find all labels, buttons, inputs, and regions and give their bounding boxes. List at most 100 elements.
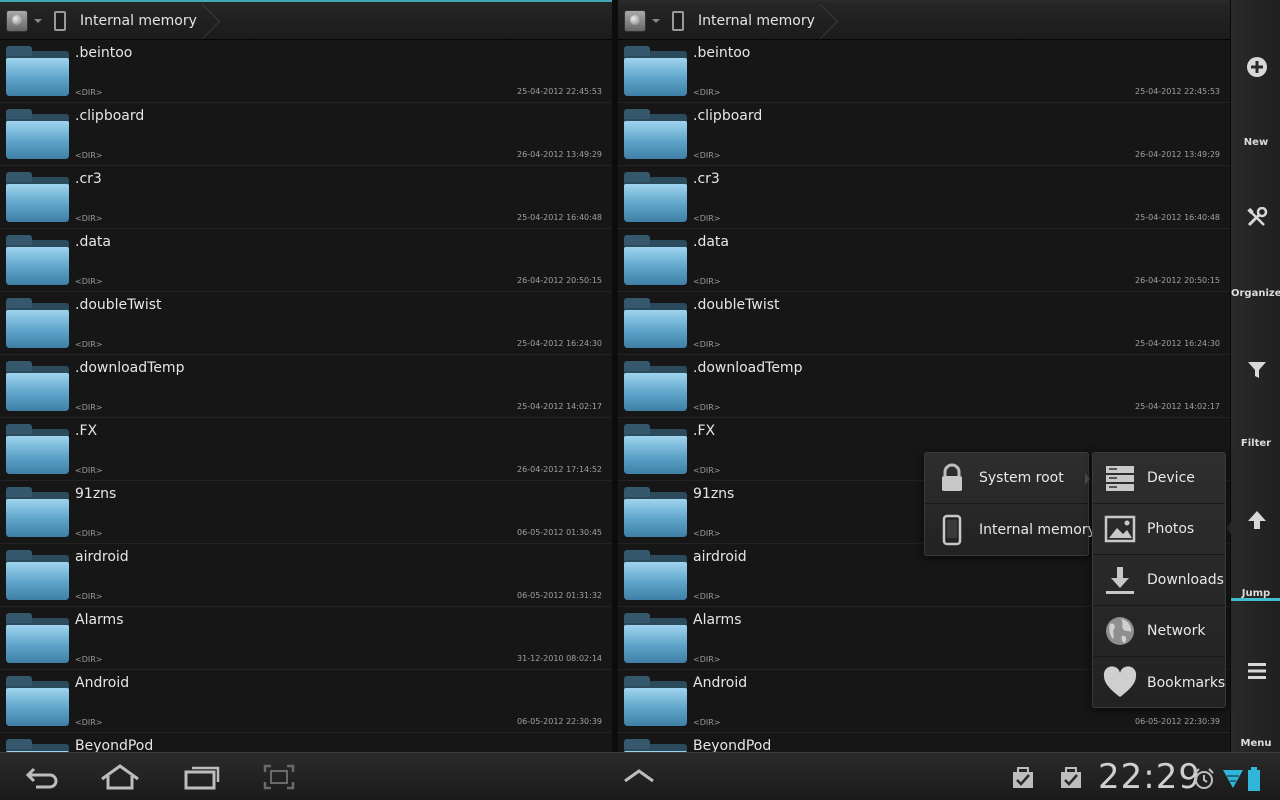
filter-icon [1248, 362, 1266, 378]
new-button[interactable]: New [1231, 0, 1280, 150]
menu-button[interactable]: Menu [1231, 600, 1280, 750]
file-name: .clipboard [693, 108, 763, 124]
file-name: Android [693, 675, 748, 691]
file-name: .data [75, 234, 111, 250]
file-type: <DIR> [693, 277, 721, 286]
file-modified-date: 06-05-2012 01:31:32 [517, 591, 602, 600]
arrow-up-icon [1248, 511, 1266, 529]
jump-pointer [1226, 520, 1232, 536]
file-type: <DIR> [693, 592, 721, 601]
folder-icon [6, 739, 69, 752]
file-name: BeyondPod [693, 738, 772, 752]
app-icon [624, 9, 646, 32]
phone-icon [54, 10, 66, 31]
photo-icon [1104, 515, 1136, 543]
file-row[interactable]: .cr3 <DIR> 25-04-2012 16:40:48 [0, 166, 612, 229]
menu-label: Menu [1240, 738, 1272, 749]
left-pane[interactable]: Internal memory .beintoo <DIR> 25-04-2012 … [0, 0, 612, 752]
back-icon[interactable] [24, 763, 60, 791]
task-notification-icon[interactable] [1058, 763, 1084, 791]
folder-icon [6, 424, 69, 474]
file-type: <DIR> [75, 151, 103, 160]
chevron-right-icon [1085, 473, 1090, 485]
file-row[interactable]: BeyondPod [0, 733, 612, 752]
file-row[interactable]: Alarms <DIR> 31-12-2010 08:02:14 [0, 607, 612, 670]
download-icon [1106, 567, 1134, 594]
filter-label: Filter [1240, 438, 1272, 449]
file-row[interactable]: .FX <DIR> 26-04-2012 17:14:52 [0, 418, 612, 481]
storage-icon [1106, 466, 1134, 491]
screenshot-icon[interactable] [262, 763, 296, 791]
file-modified-date: 26-04-2012 17:14:52 [517, 465, 602, 474]
file-row[interactable]: 91zns <DIR> 06-05-2012 01:30:45 [0, 481, 612, 544]
jump-button[interactable]: Jump [1231, 450, 1280, 600]
file-row[interactable]: .downloadTemp <DIR> 25-04-2012 14:02:17 [0, 355, 612, 418]
file-row[interactable]: BeyondPod [618, 733, 1230, 752]
task-notification-icon[interactable] [1010, 763, 1036, 791]
file-row[interactable]: .clipboard <DIR> 26-04-2012 13:49:29 [0, 103, 612, 166]
file-row[interactable]: .beintoo <DIR> 25-04-2012 22:45:53 [0, 40, 612, 103]
file-name: .cr3 [75, 171, 102, 187]
lock-icon [942, 463, 962, 491]
file-row[interactable]: .cr3 <DIR> 25-04-2012 16:40:48 [618, 166, 1230, 229]
file-name: BeyondPod [75, 738, 154, 752]
file-modified-date: 25-04-2012 16:24:30 [517, 339, 602, 348]
jump-item-photos[interactable]: Photos [1093, 504, 1225, 555]
jump-item-internal-memory[interactable]: Internal memory [925, 504, 1096, 555]
phone-icon [942, 514, 962, 545]
location-menu-button[interactable] [0, 2, 46, 40]
home-icon[interactable] [98, 763, 142, 791]
folder-icon [624, 424, 687, 474]
jump-locations-popup: System root Internal memory [924, 452, 1096, 556]
jump-item-network[interactable]: Network [1093, 606, 1225, 657]
file-name: 91zns [75, 486, 117, 502]
file-type: <DIR> [693, 466, 721, 475]
jump-item-label: System root [979, 470, 1064, 486]
folder-icon [6, 676, 69, 726]
file-row[interactable]: Android <DIR> 06-05-2012 22:30:39 [0, 670, 612, 733]
jump-item-label: Photos [1147, 521, 1195, 537]
file-type: <DIR> [75, 277, 103, 286]
folder-icon [6, 172, 69, 222]
file-row[interactable]: .doubleTwist <DIR> 25-04-2012 16:24:30 [0, 292, 612, 355]
file-modified-date: 25-04-2012 22:45:53 [517, 87, 602, 96]
file-row[interactable]: .clipboard <DIR> 26-04-2012 13:49:29 [618, 103, 1230, 166]
wifi-icon [1223, 770, 1243, 788]
file-modified-date: 06-05-2012 22:30:39 [517, 717, 602, 726]
status-clock[interactable]: 22:29 [1098, 757, 1201, 797]
file-row[interactable]: .downloadTemp <DIR> 25-04-2012 14:02:17 [618, 355, 1230, 418]
file-manager-app: Internal memory .beintoo <DIR> 25-04-2012 … [0, 0, 1280, 752]
file-modified-date: 31-12-2010 08:02:14 [517, 654, 602, 663]
folder-icon [624, 46, 687, 96]
file-row[interactable]: .data <DIR> 26-04-2012 20:50:15 [618, 229, 1230, 292]
file-name: airdroid [75, 549, 129, 565]
file-row[interactable]: .beintoo <DIR> 25-04-2012 22:45:53 [618, 40, 1230, 103]
organize-button[interactable]: Organize [1231, 150, 1280, 300]
file-name: 91zns [693, 486, 735, 502]
folder-icon [6, 361, 69, 411]
recent-apps-icon[interactable] [182, 763, 222, 791]
jump-item-bookmarks[interactable]: Bookmarks [1093, 657, 1225, 708]
breadcrumb-label: Internal memory [698, 12, 815, 29]
file-modified-date: 25-04-2012 16:24:30 [1135, 339, 1220, 348]
jump-item-downloads[interactable]: Downloads [1093, 555, 1225, 606]
jump-item-system-root[interactable]: System root [925, 453, 1090, 504]
file-type: <DIR> [693, 655, 721, 664]
file-modified-date: 06-05-2012 01:30:45 [517, 528, 602, 537]
jump-item-device[interactable]: Device [1093, 453, 1225, 504]
file-list[interactable]: .beintoo <DIR> 25-04-2012 22:45:53 .clipboa… [0, 40, 612, 752]
folder-icon [6, 487, 69, 537]
breadcrumb-item-internal-memory[interactable]: Internal memory [664, 2, 837, 40]
breadcrumb-item-internal-memory[interactable]: Internal memory [46, 2, 219, 40]
jump-item-label: Device [1147, 470, 1195, 486]
file-row[interactable]: .data <DIR> 26-04-2012 20:50:15 [0, 229, 612, 292]
file-name: .downloadTemp [75, 360, 185, 376]
file-type: <DIR> [75, 466, 103, 475]
file-row[interactable]: airdroid <DIR> 06-05-2012 01:31:32 [0, 544, 612, 607]
filter-button[interactable]: Filter [1231, 300, 1280, 450]
file-name: .FX [75, 423, 98, 439]
location-menu-button[interactable] [618, 2, 664, 40]
file-row[interactable]: .doubleTwist <DIR> 25-04-2012 16:24:30 [618, 292, 1230, 355]
chevron-up-icon[interactable] [622, 763, 656, 791]
file-name: .doubleTwist [693, 297, 780, 313]
